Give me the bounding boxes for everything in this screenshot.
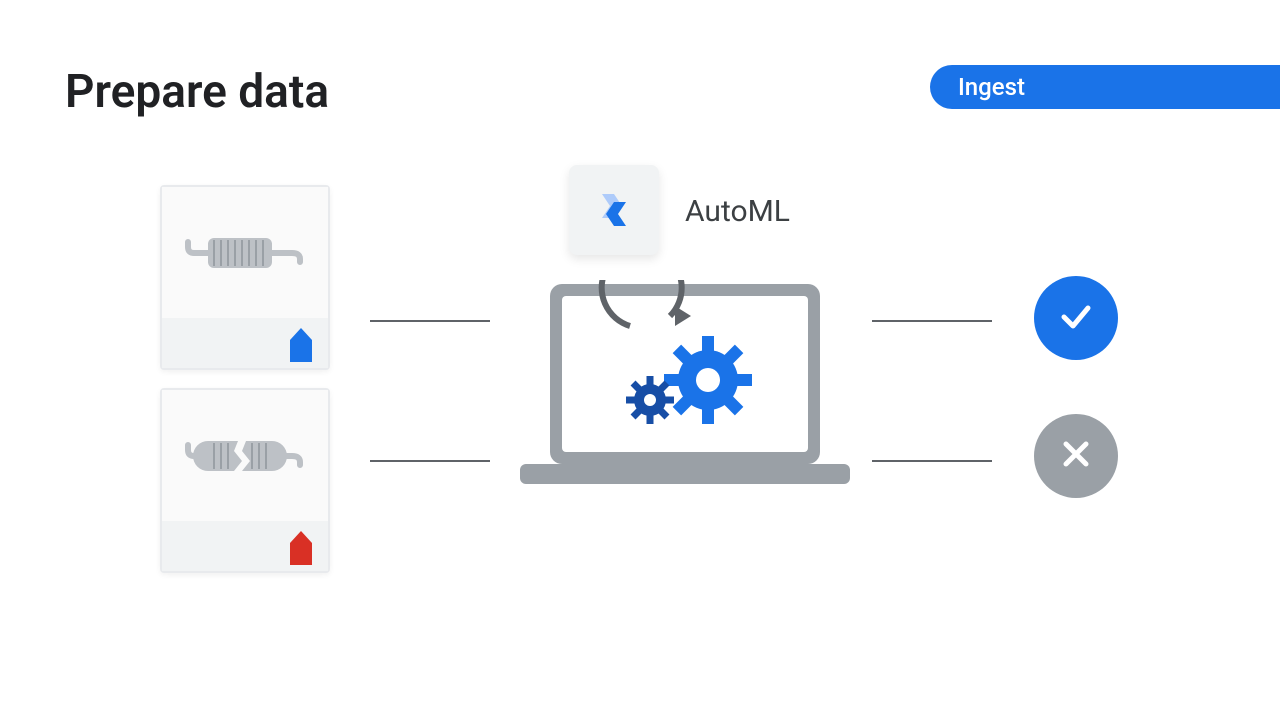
result-ok (1034, 276, 1118, 360)
stage-pill-label: Ingest (958, 73, 1025, 101)
connector-line (370, 460, 490, 462)
page-title: Prepare data (65, 65, 329, 119)
input-card-good (160, 185, 330, 370)
connector-line (872, 320, 992, 322)
tag-good-icon (290, 328, 312, 362)
diagram-area: AutoML (0, 160, 1280, 600)
laptop-icon (520, 280, 850, 494)
card-footer (162, 521, 328, 571)
muffler-broken-icon (162, 390, 328, 521)
result-bad (1034, 414, 1118, 498)
automl-label: AutoML (685, 194, 790, 229)
tag-bad-icon (290, 531, 312, 565)
input-card-bad (160, 388, 330, 573)
stage-pill-ingest: Ingest (930, 65, 1280, 109)
cross-icon (1058, 436, 1094, 476)
muffler-intact-icon (162, 187, 328, 318)
check-icon (1056, 296, 1096, 340)
automl-icon (569, 165, 659, 255)
connector-line (370, 320, 490, 322)
connector-line (872, 460, 992, 462)
card-footer (162, 318, 328, 368)
